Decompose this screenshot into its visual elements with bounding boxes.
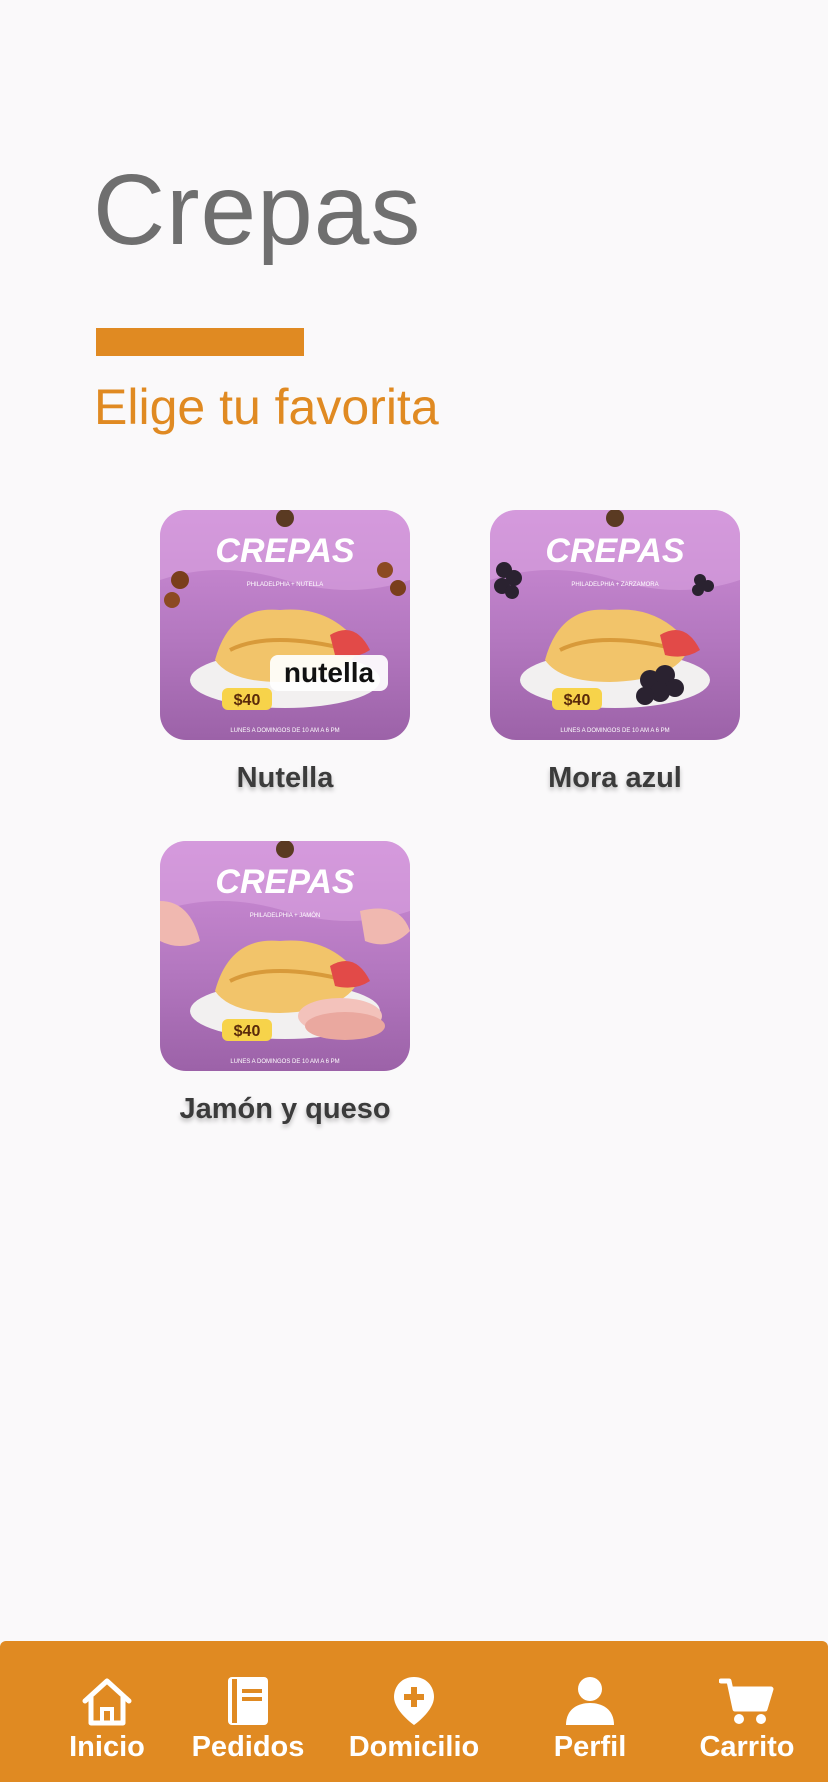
poster-subtitle: PHILADELPHIA + ZARZAMORA xyxy=(571,582,658,588)
product-card-jamon-y-queso[interactable]: CREPAS PHILADELPHIA + JAMÓN $40 LUNES A … xyxy=(160,841,410,1126)
nav-item-domicilio[interactable]: Domicilio xyxy=(344,1641,484,1782)
person-icon xyxy=(566,1677,614,1725)
product-name: Jamón y queso xyxy=(179,1093,391,1125)
poster-brand: CREPAS xyxy=(215,532,354,570)
screen: Crepas Elige tu favorita nutella CREPAS … xyxy=(0,0,828,1782)
poster-footer: LUNES A DOMINGOS DE 10 AM A 6 PM xyxy=(560,728,669,734)
product-image: nutella CREPAS PHILADELPHIA + NUTELLA $4… xyxy=(160,510,410,740)
map-pin-add-icon xyxy=(394,1677,434,1725)
product-card-nutella[interactable]: nutella CREPAS PHILADELPHIA + NUTELLA $4… xyxy=(160,510,410,795)
poster-brand: CREPAS xyxy=(215,863,354,901)
cart-icon xyxy=(719,1678,774,1724)
product-name: Nutella xyxy=(236,762,334,794)
nav-item-carrito[interactable]: Carrito xyxy=(692,1641,802,1782)
nav-label: Domicilio xyxy=(348,1731,480,1763)
nav-item-pedidos[interactable]: Pedidos xyxy=(188,1641,308,1782)
poster-subtitle: PHILADELPHIA + NUTELLA xyxy=(247,582,324,588)
nav-label: Pedidos xyxy=(191,1731,305,1763)
title-underline xyxy=(96,328,304,356)
nav-label: Inicio xyxy=(69,1731,145,1763)
poster-brand: CREPAS xyxy=(545,532,684,570)
crepe-poster-image: CREPAS PHILADELPHIA + ZARZAMORA $40 LUNE… xyxy=(490,510,740,734)
nav-item-inicio[interactable]: Inicio xyxy=(62,1641,152,1782)
home-icon xyxy=(82,1678,132,1726)
poster-footer: LUNES A DOMINGOS DE 10 AM A 6 PM xyxy=(230,1059,339,1065)
crepe-poster-image: CREPAS PHILADELPHIA + JAMÓN $40 LUNES A … xyxy=(160,841,410,1065)
page-title: Crepas xyxy=(93,154,422,266)
book-icon xyxy=(228,1677,268,1725)
product-image: CREPAS PHILADELPHIA + ZARZAMORA $40 LUNE… xyxy=(490,510,740,740)
product-image: CREPAS PHILADELPHIA + JAMÓN $40 LUNES A … xyxy=(160,841,410,1071)
poster-price: $40 xyxy=(234,1023,261,1040)
poster-subtitle: PHILADELPHIA + JAMÓN xyxy=(250,912,321,919)
nav-label: Carrito xyxy=(699,1731,795,1763)
poster-price: $40 xyxy=(234,692,261,709)
poster-overlay-text: nutella xyxy=(284,657,375,688)
product-name: Mora azul xyxy=(548,762,682,794)
product-card-mora-azul[interactable]: CREPAS PHILADELPHIA + ZARZAMORA $40 LUNE… xyxy=(490,510,740,795)
nav-label: Perfil xyxy=(553,1731,627,1763)
nav-item-perfil[interactable]: Perfil xyxy=(548,1641,632,1782)
poster-footer: LUNES A DOMINGOS DE 10 AM A 6 PM xyxy=(230,728,339,734)
crepe-poster-image: nutella CREPAS PHILADELPHIA + NUTELLA $4… xyxy=(160,510,410,734)
bottom-nav: Inicio Pedidos Domicilio Perfil Carrito xyxy=(0,1641,828,1782)
page-subtitle: Elige tu favorita xyxy=(94,379,439,435)
poster-price: $40 xyxy=(564,692,591,709)
